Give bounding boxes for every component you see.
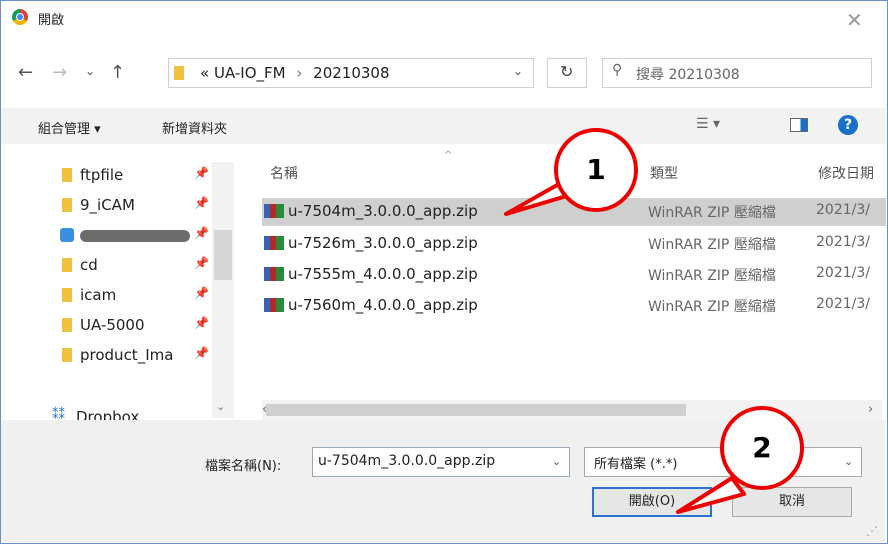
callout-2-pointer bbox=[676, 476, 746, 514]
callout-badge-2: 2 bbox=[720, 406, 804, 490]
callout-badge-1: 1 bbox=[554, 128, 638, 212]
